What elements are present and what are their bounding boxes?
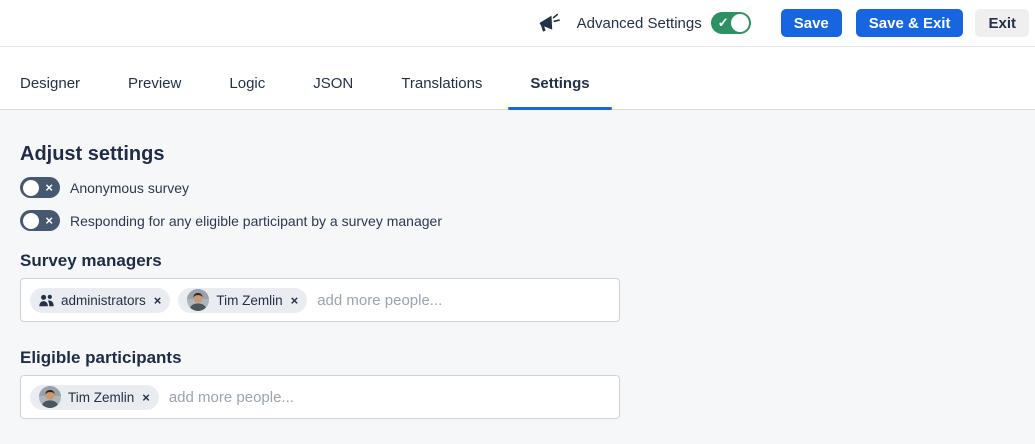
save-button[interactable]: Save [781, 9, 842, 37]
tag-label: Tim Zemlin [68, 390, 134, 405]
megaphone-icon[interactable] [539, 13, 560, 33]
toggle-label: Responding for any eligible participant … [70, 213, 442, 229]
toggle-row: × Responding for any eligible participant… [20, 210, 1015, 231]
tab-json[interactable]: JSON [299, 57, 367, 109]
tab-logic[interactable]: Logic [215, 57, 279, 109]
add-people-input[interactable] [167, 388, 610, 407]
advanced-settings-label: Advanced Settings [577, 15, 702, 32]
settings-toggles: × Anonymous survey × Responding for any eli… [20, 177, 1015, 231]
save-and-exit-button[interactable]: Save & Exit [856, 9, 964, 37]
survey-managers-heading: Survey managers [20, 251, 1015, 271]
toggle-knob [23, 180, 39, 196]
tab-bar: Designer Preview Logic JSON Translations Sett… [0, 47, 1035, 110]
settings-panel: Adjust settings × Anonymous survey × Respon… [0, 110, 1035, 444]
group-tag-administrators: administrators × [30, 288, 170, 313]
toggle-label: Anonymous survey [70, 180, 189, 196]
toggle-responding-for-any-eligible-participant-by-a-survey-manager[interactable]: × [20, 210, 60, 231]
eligible-participants-heading: Eligible participants [20, 348, 1015, 368]
check-icon: ✓ [718, 15, 729, 31]
toggle-row: × Anonymous survey [20, 177, 1015, 198]
remove-tag-button[interactable]: × [154, 293, 162, 308]
add-people-input[interactable] [315, 291, 610, 310]
tab-translations[interactable]: Translations [387, 57, 496, 109]
group-icon [39, 294, 54, 307]
remove-tag-button[interactable]: × [291, 293, 299, 308]
person-tag-tim-zemlin: Tim Zemlin × [30, 385, 159, 410]
people-groups: Survey managers administrators × Tim Zeml… [20, 251, 1015, 419]
tag-label: administrators [61, 293, 146, 308]
survey-managers-picker: administrators × Tim Zemlin × [20, 278, 620, 322]
advanced-settings-toggle[interactable]: ✓ [711, 12, 751, 34]
exit-button[interactable]: Exit [975, 9, 1029, 37]
toggle-anonymous-survey[interactable]: × [20, 177, 60, 198]
eligible-participants-picker: Tim Zemlin × [20, 375, 620, 419]
tab-designer[interactable]: Designer [6, 57, 94, 109]
tab-settings[interactable]: Settings [516, 57, 603, 109]
tab-preview[interactable]: Preview [114, 57, 195, 109]
adjust-settings-heading: Adjust settings [20, 143, 1015, 166]
toggle-knob [23, 213, 39, 229]
x-icon: × [45, 212, 53, 229]
avatar [187, 289, 209, 311]
avatar [39, 386, 61, 408]
person-tag-tim-zemlin: Tim Zemlin × [178, 288, 307, 313]
remove-tag-button[interactable]: × [142, 390, 150, 405]
toggle-knob [731, 14, 749, 32]
x-icon: × [45, 179, 53, 196]
survey-settings-page: Advanced Settings ✓ Save Save & Exit Exi… [0, 0, 1035, 444]
topbar: Advanced Settings ✓ Save Save & Exit Exi… [0, 0, 1035, 47]
tag-label: Tim Zemlin [216, 293, 282, 308]
